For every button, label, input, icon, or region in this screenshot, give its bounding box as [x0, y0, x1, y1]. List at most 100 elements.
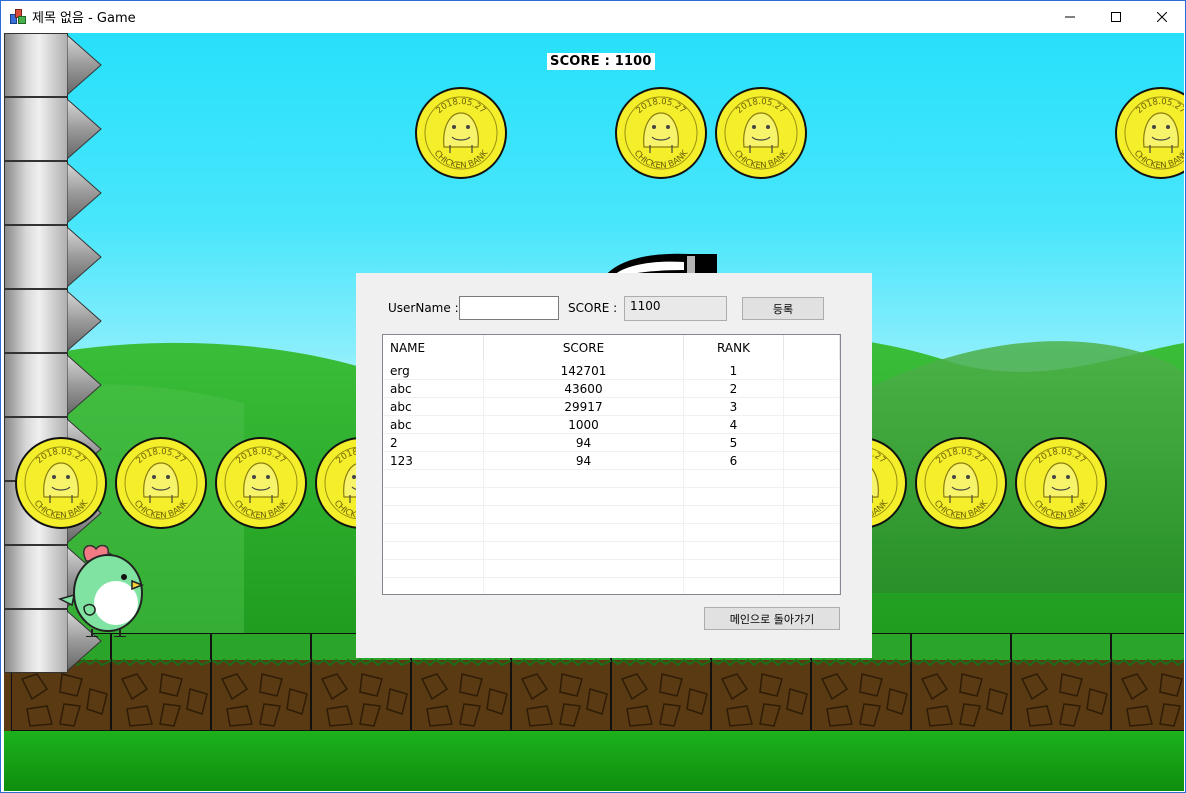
cell-empty [784, 578, 840, 594]
username-label: UserName : [388, 301, 459, 315]
coin-icon: 2018.05.27CHICKEN BANK [1014, 435, 1108, 531]
table-row[interactable]: 123 94 6 [383, 452, 840, 470]
spike-block [4, 225, 68, 289]
coin-icon: 2018.05.27CHICKEN BANK [1114, 85, 1184, 181]
cell-name: abc [383, 380, 484, 398]
spike-block [4, 33, 68, 97]
cell-name: erg [383, 362, 484, 380]
cell-rank [684, 560, 784, 578]
cell-empty [784, 542, 840, 560]
cell-score: 43600 [484, 380, 684, 398]
rank-dialog: UserName : SCORE : 1100 등록 NAME SCORE RA… [356, 273, 872, 658]
score-display: SCORE : 1100 [547, 53, 655, 70]
cell-rank: 1 [684, 362, 784, 380]
table-row[interactable]: abc 1000 4 [383, 416, 840, 434]
column-header-rank[interactable]: RANK [684, 335, 784, 361]
coin-icon: 2018.05.27CHICKEN BANK [414, 85, 508, 181]
cell-empty [784, 506, 840, 524]
table-header: NAME SCORE RANK [383, 335, 840, 361]
table-row [383, 560, 840, 578]
cell-score [484, 470, 684, 488]
cell-score: 1000 [484, 416, 684, 434]
cell-empty [784, 488, 840, 506]
coin-icon: 2018.05.27CHICKEN BANK [214, 435, 308, 531]
cell-empty [784, 560, 840, 578]
dialog-score-field[interactable]: 1100 [624, 296, 727, 321]
spike-icon [67, 354, 102, 416]
cell-score [484, 560, 684, 578]
column-header-name[interactable]: NAME [383, 335, 484, 361]
cell-name [383, 578, 484, 594]
spike-block [4, 289, 68, 353]
cell-rank: 2 [684, 380, 784, 398]
cell-empty [784, 452, 840, 470]
coin-icon: 2018.05.27CHICKEN BANK [14, 435, 108, 531]
spike-icon [67, 290, 102, 352]
cell-empty [784, 524, 840, 542]
cell-score: 94 [484, 434, 684, 452]
cell-rank [684, 578, 784, 594]
window-title: 제목 없음 - Game [32, 11, 136, 26]
close-button[interactable] [1139, 1, 1185, 32]
table-row[interactable]: 2 94 5 [383, 434, 840, 452]
ground-tile [111, 633, 212, 731]
cell-name [383, 560, 484, 578]
username-input[interactable] [459, 296, 559, 320]
column-header-empty [784, 335, 840, 361]
table-row [383, 542, 840, 560]
cell-name [383, 542, 484, 560]
spike-icon [67, 98, 102, 160]
cell-empty [784, 434, 840, 452]
cell-name [383, 506, 484, 524]
game-window: 제목 없음 - Game 2018.05.27 CHICKEN BANK 201… [0, 0, 1186, 793]
cell-score: 94 [484, 452, 684, 470]
cell-empty [784, 416, 840, 434]
app-icon [10, 8, 26, 25]
register-button[interactable]: 등록 [742, 297, 824, 320]
table-row [383, 488, 840, 506]
column-header-score[interactable]: SCORE [484, 335, 684, 361]
dialog-score-label: SCORE : [568, 301, 618, 315]
ground-tile [911, 633, 1012, 731]
coin-icon: 2018.05.27CHICKEN BANK [614, 85, 708, 181]
chicken-player [57, 544, 145, 637]
table-row[interactable]: erg 142701 1 [383, 362, 840, 380]
cell-rank [684, 488, 784, 506]
cell-score: 29917 [484, 398, 684, 416]
cell-score [484, 524, 684, 542]
table-row[interactable]: abc 43600 2 [383, 380, 840, 398]
table-body: erg 142701 1 abc 43600 2 abc 29917 3 abc 1000 4 2 94 5… [383, 362, 840, 594]
close-icon [1157, 11, 1167, 22]
coin-icon: 2018.05.27CHICKEN BANK [914, 435, 1008, 531]
table-row [383, 470, 840, 488]
cell-name [383, 488, 484, 506]
spike-icon [67, 226, 102, 288]
cell-empty [784, 398, 840, 416]
cell-rank [684, 470, 784, 488]
cell-rank: 3 [684, 398, 784, 416]
cell-name: 2 [383, 434, 484, 452]
rank-table[interactable]: NAME SCORE RANK erg 142701 1 abc 43600 2 abc 29… [382, 334, 841, 595]
cell-name: abc [383, 398, 484, 416]
maximize-button[interactable] [1093, 1, 1139, 32]
cell-rank [684, 506, 784, 524]
maximize-icon [1111, 11, 1121, 22]
cell-empty [784, 380, 840, 398]
cell-empty [784, 470, 840, 488]
cell-name: abc [383, 416, 484, 434]
cell-score [484, 578, 684, 594]
cell-name [383, 524, 484, 542]
ground-bottom [4, 731, 1184, 791]
spike-block [4, 97, 68, 161]
table-row[interactable]: abc 29917 3 [383, 398, 840, 416]
table-row [383, 524, 840, 542]
minimize-icon [1065, 16, 1075, 17]
back-to-main-button[interactable]: 메인으로 돌아가기 [704, 607, 840, 630]
minimize-button[interactable] [1047, 1, 1093, 32]
coin-icon: 2018.05.27CHICKEN BANK [714, 85, 808, 181]
ground-tile [211, 633, 312, 731]
cell-rank: 5 [684, 434, 784, 452]
cell-rank [684, 524, 784, 542]
cell-name: 123 [383, 452, 484, 470]
ground-tile [1111, 633, 1184, 731]
